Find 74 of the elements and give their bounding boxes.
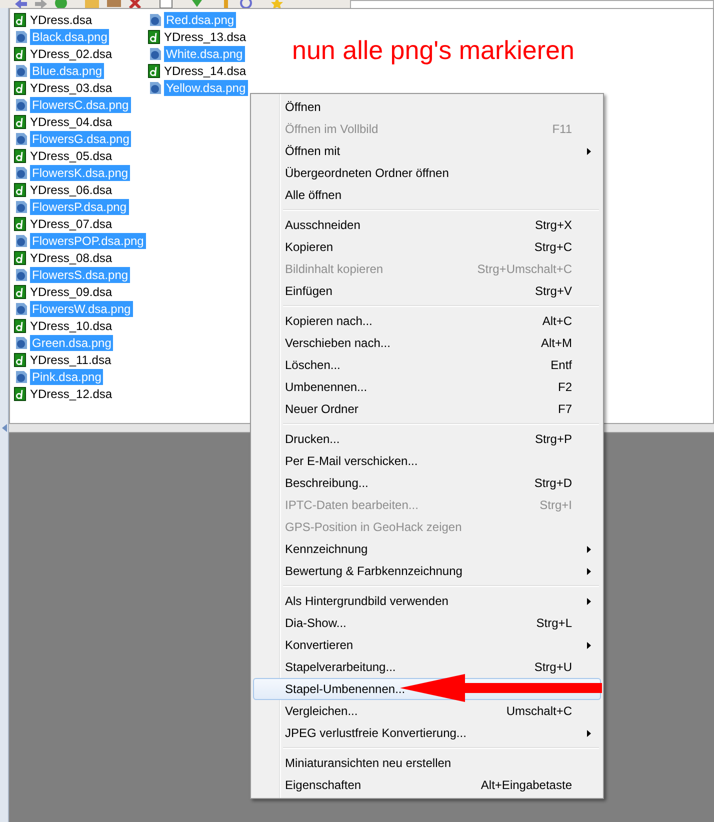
file-name[interactable]: YDress_10.dsa <box>28 318 114 334</box>
image-file-icon <box>14 268 28 282</box>
down-arrow-icon[interactable] <box>190 0 204 8</box>
image-file-icon <box>148 46 162 60</box>
document-icon <box>14 12 26 26</box>
star-icon[interactable] <box>270 0 284 8</box>
image-file-icon <box>14 132 28 146</box>
file-name[interactable]: YDress_07.dsa <box>28 216 114 232</box>
file-name[interactable]: YDress_03.dsa <box>28 80 114 96</box>
file-name[interactable]: YDress_05.dsa <box>28 148 114 164</box>
menu-item[interactable]: Vergleichen... Umschalt+C <box>253 700 601 722</box>
menu-item[interactable]: Drucken... Strg+P <box>253 428 601 450</box>
document-icon <box>14 46 26 60</box>
menu-item[interactable]: JPEG verlustfreie Konvertierung... <box>253 722 601 744</box>
image-file-icon <box>14 64 28 78</box>
menu-item[interactable]: Bewertung & Farbkennzeichnung <box>253 560 601 582</box>
file-name[interactable]: YDress_06.dsa <box>28 182 114 198</box>
image-file-icon <box>14 200 28 214</box>
image-file-icon <box>14 370 28 384</box>
delete-icon[interactable] <box>128 0 142 8</box>
menu-item[interactable]: Als Hintergrundbild verwenden <box>253 590 601 612</box>
menu-item[interactable]: Kennzeichnung <box>253 538 601 560</box>
document-icon <box>14 250 26 264</box>
document-icon <box>14 284 26 298</box>
menu-item[interactable]: Öffnen mit <box>253 140 601 162</box>
file-name[interactable]: YDress_11.dsa <box>28 352 114 368</box>
menu-item[interactable]: Stapelverarbeitung... Strg+U <box>253 656 601 678</box>
menu-item[interactable]: Per E-Mail verschicken... <box>253 450 601 472</box>
menu-item[interactable]: Konvertieren <box>253 634 601 656</box>
document-icon <box>14 80 26 94</box>
image-file-icon <box>14 30 28 44</box>
image-file-icon <box>14 234 28 248</box>
document-icon <box>148 30 160 44</box>
menu-item[interactable]: Ausschneiden Strg+X <box>253 214 601 236</box>
menu-item[interactable]: Übergeordneten Ordner öffnen <box>253 162 601 184</box>
document-icon <box>14 216 26 230</box>
menu-item[interactable]: Neuer Ordner F7 <box>253 398 601 420</box>
menu-item[interactable]: Umbenennen... F2 <box>253 376 601 398</box>
menu-item[interactable]: Dia-Show... Strg+L <box>253 612 601 634</box>
menu-item[interactable]: Löschen... Entf <box>253 354 601 376</box>
file-name[interactable]: YDress_13.dsa <box>162 28 248 44</box>
document-icon <box>14 182 26 196</box>
image-file-icon <box>14 98 28 112</box>
file-name[interactable]: YDress_12.dsa <box>28 386 114 402</box>
forward-arrow-icon[interactable] <box>34 0 48 8</box>
menu-item[interactable]: Kopieren Strg+C <box>253 236 601 258</box>
image-file-icon <box>148 12 162 26</box>
menu-item[interactable]: Verschieben nach... Alt+M <box>253 332 601 354</box>
file-name[interactable]: YDress_02.dsa <box>28 46 114 62</box>
collapse-arrow-icon[interactable] <box>2 424 8 432</box>
menu-item[interactable]: Kopieren nach... Alt+C <box>253 310 601 332</box>
document-icon <box>14 352 26 366</box>
image-file-icon <box>148 80 162 94</box>
document-icon <box>148 64 160 78</box>
file-name[interactable]: YDress_04.dsa <box>28 114 114 130</box>
back-arrow-icon[interactable] <box>14 0 28 8</box>
menu-item[interactable]: Öffnen <box>253 96 601 118</box>
file-name[interactable]: YDress.dsa <box>28 12 94 28</box>
menu-item[interactable]: Miniaturansichten neu erstellen <box>253 752 601 774</box>
image-file-icon <box>14 166 28 180</box>
menu-item[interactable]: Einfügen Strg+V <box>253 280 601 302</box>
image-file-icon <box>14 302 28 316</box>
file-name[interactable]: YDress_08.dsa <box>28 250 114 266</box>
document-icon <box>14 148 26 162</box>
document-icon <box>14 318 26 332</box>
menu-item[interactable]: Eigenschaften Alt+Eingabetaste <box>253 774 601 796</box>
document-icon <box>14 114 26 128</box>
annotation-text: nun alle png's markieren <box>292 35 574 67</box>
menu-item[interactable]: Beschreibung... Strg+D <box>253 472 601 494</box>
menu-item[interactable]: Alle öffnen <box>253 184 601 206</box>
document-icon <box>14 386 26 400</box>
image-file-icon <box>14 336 28 350</box>
file-name[interactable]: YDress_09.dsa <box>28 284 114 300</box>
file-name[interactable]: YDress_14.dsa <box>162 62 248 78</box>
